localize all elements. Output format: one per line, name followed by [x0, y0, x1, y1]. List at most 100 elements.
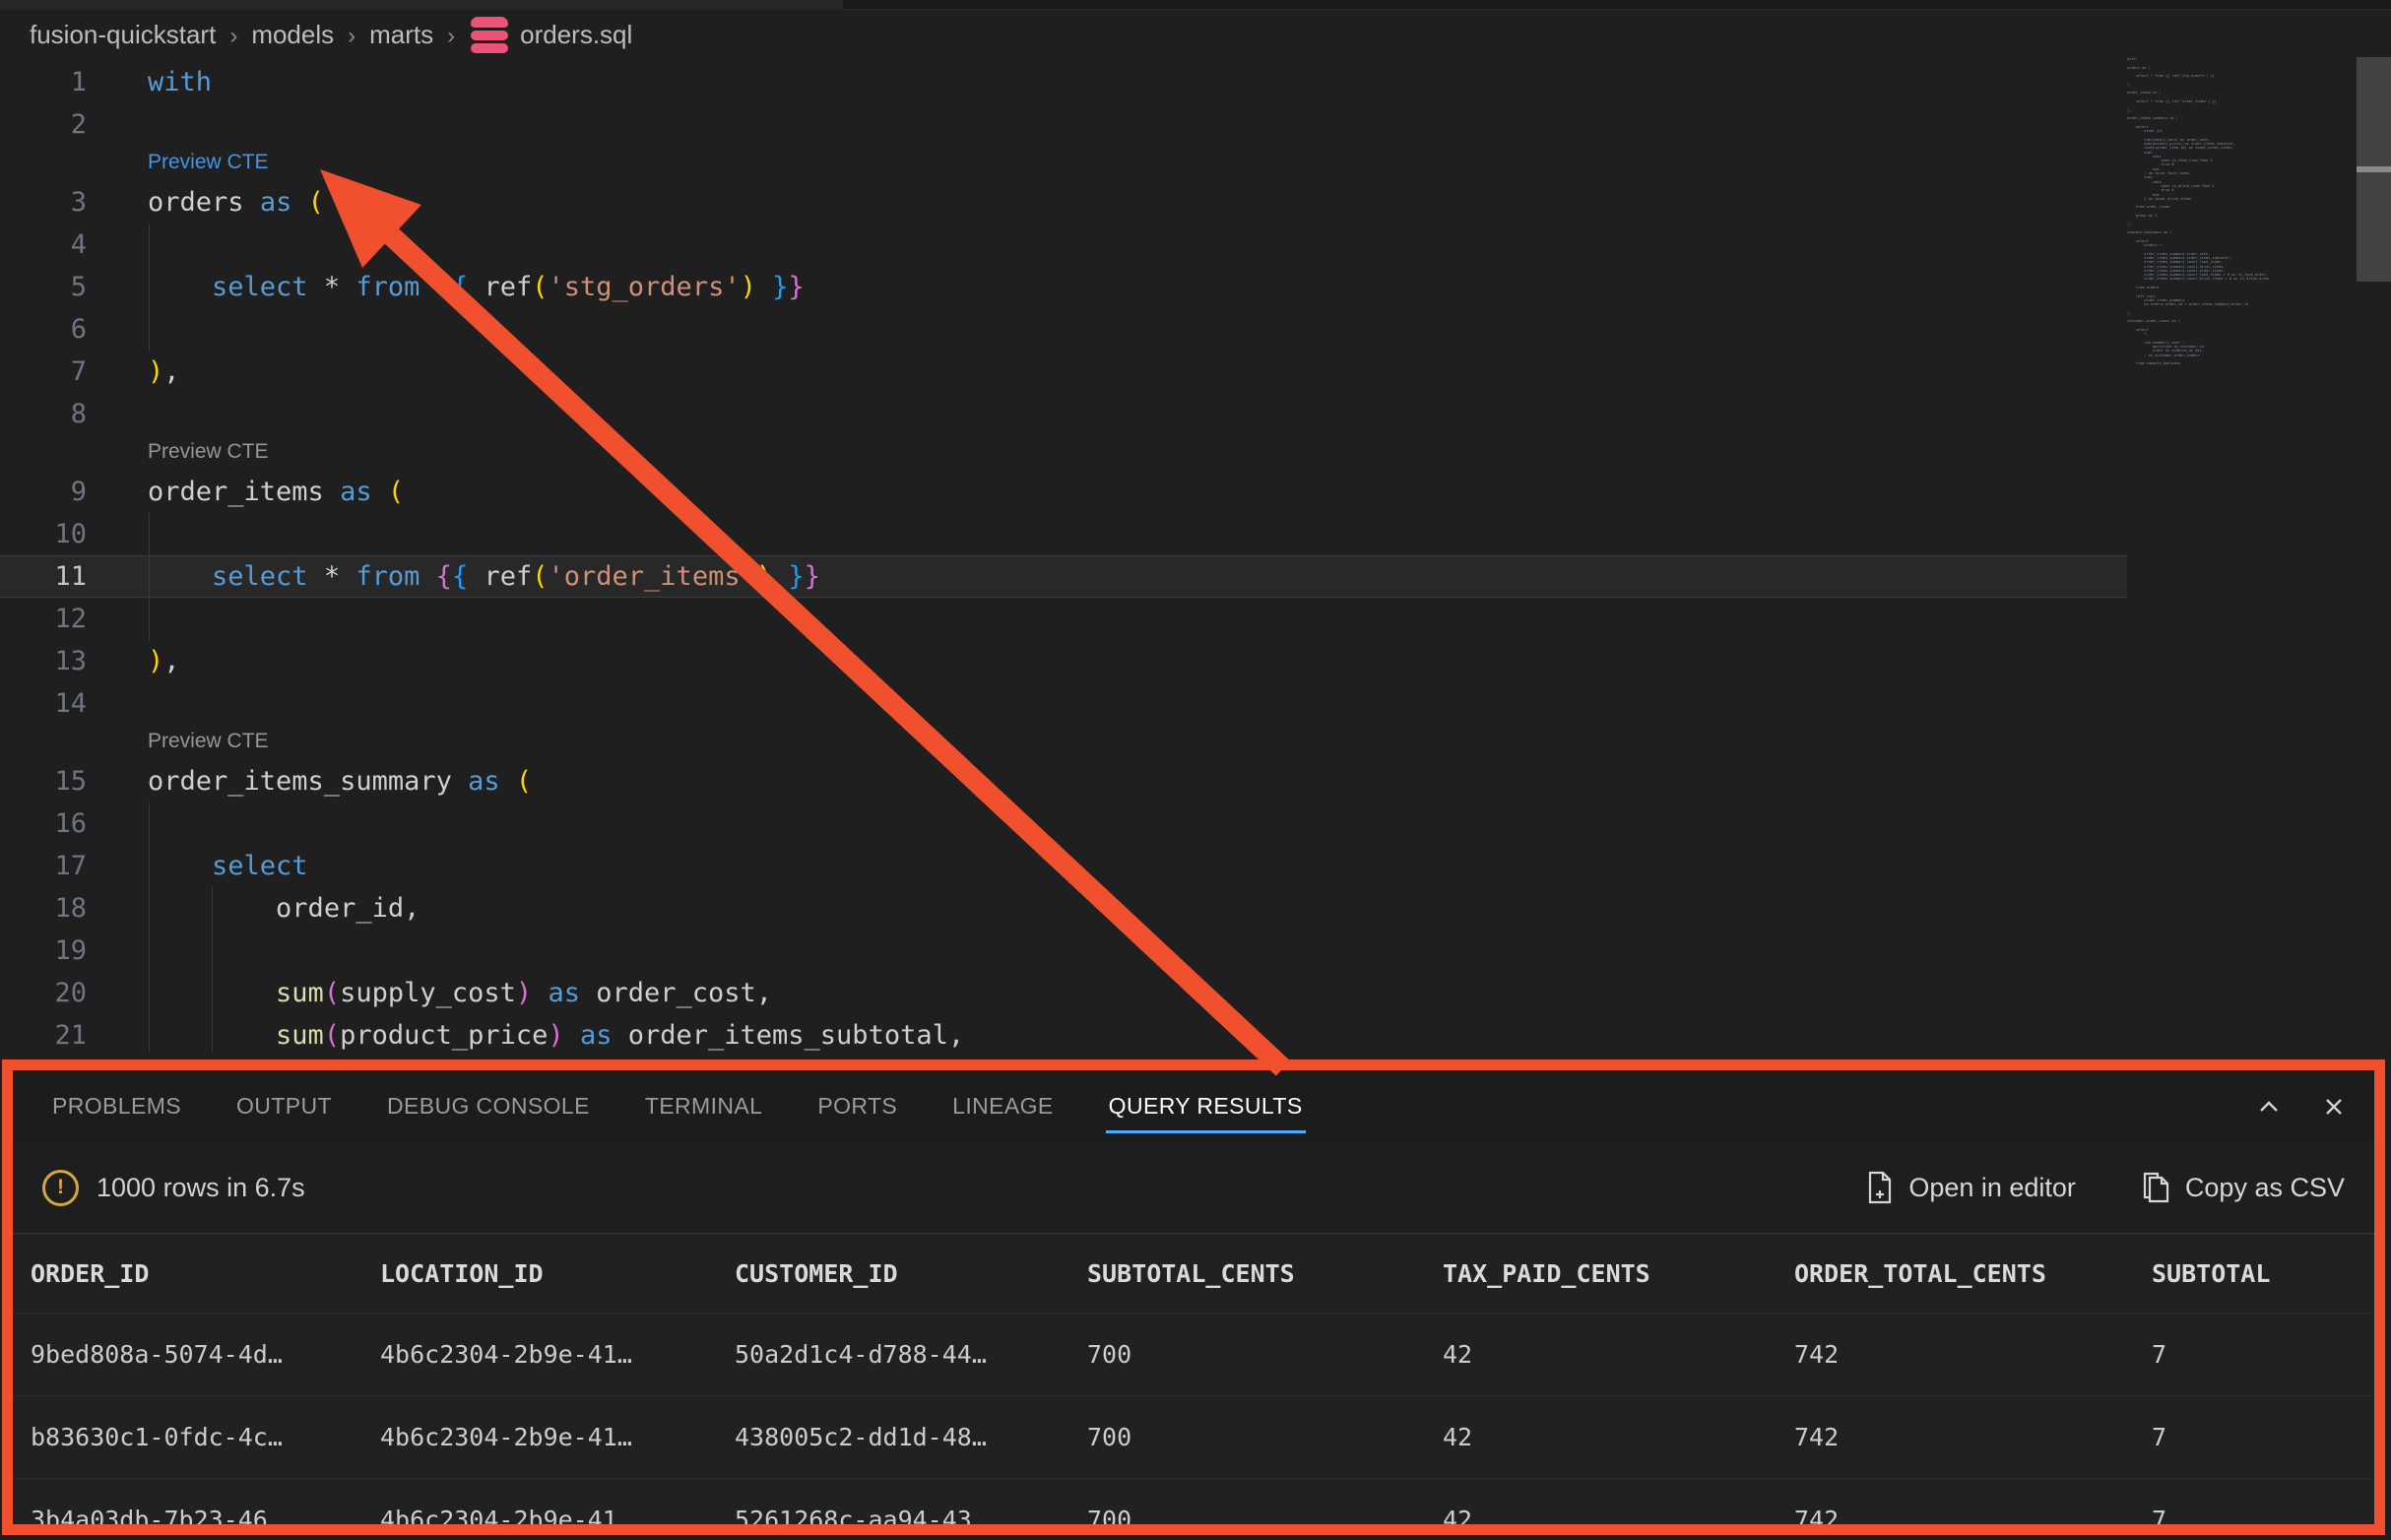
code-line[interactable]: 6 [0, 308, 2127, 351]
code-line[interactable]: 7), [0, 351, 2127, 393]
minimap-code: with orders as ( select * from {{ ref('s… [2127, 57, 2359, 370]
close-icon[interactable] [2319, 1092, 2349, 1122]
code-line[interactable]: 16 [0, 802, 2127, 845]
code-line[interactable]: 17 select [0, 845, 2127, 887]
breadcrumb-item[interactable]: fusion-quickstart [30, 20, 216, 49]
tab-output[interactable]: OUTPUT [236, 1070, 332, 1142]
line-number: 7 [0, 351, 87, 393]
line-number: 15 [0, 760, 87, 802]
code-line[interactable]: 13), [0, 640, 2127, 682]
chevron-up-icon[interactable] [2254, 1092, 2284, 1122]
code-text: order_items as ( [148, 471, 404, 513]
table-cell: 742 [1794, 1506, 2152, 1534]
codelens-preview-cte[interactable]: Preview CTE [0, 725, 2127, 760]
line-number: 3 [0, 181, 87, 224]
code-line[interactable]: 11 select * from {{ ref('order_items') }… [0, 555, 2127, 598]
table-row[interactable]: 9bed808a-5074-4d…4b6c2304-2b9e-41…50a2d1… [13, 1313, 2374, 1395]
column-header[interactable]: LOCATION_ID [380, 1259, 735, 1288]
code-line[interactable]: 12 [0, 598, 2127, 640]
column-header[interactable]: CUSTOMER_ID [735, 1259, 1087, 1288]
results-header-row: ORDER_IDLOCATION_IDCUSTOMER_IDSUBTOTAL_C… [13, 1233, 2374, 1313]
active-tab-remnant [0, 0, 843, 10]
table-cell: 9bed808a-5074-4d… [31, 1340, 380, 1369]
line-number: 2 [0, 103, 87, 146]
results-table: ORDER_IDLOCATION_IDCUSTOMER_IDSUBTOTAL_C… [13, 1233, 2374, 1535]
code-line[interactable]: 19 [0, 930, 2127, 972]
table-cell: 42 [1443, 1423, 1794, 1451]
code-editor[interactable]: 1with2Preview CTE3orders as (45 select *… [0, 61, 2127, 1052]
tab-debug-console[interactable]: DEBUG CONSOLE [387, 1070, 590, 1142]
column-header[interactable]: TAX_PAID_CENTS [1443, 1259, 1794, 1288]
code-line[interactable]: 15 order_items_summary as ( [0, 760, 2127, 802]
table-cell: 700 [1087, 1423, 1443, 1451]
breadcrumb-file[interactable]: orders.sql [520, 20, 632, 50]
table-cell: 5261268c-aa94-43 [735, 1506, 1087, 1534]
table-row[interactable]: b83630c1-0fdc-4c…4b6c2304-2b9e-41…438005… [13, 1395, 2374, 1478]
code-line[interactable]: 21 sum(product_price) as order_items_sub… [0, 1014, 2127, 1052]
line-number: 13 [0, 640, 87, 682]
column-header[interactable]: ORDER_ID [31, 1259, 380, 1288]
breadcrumb-separator: › [447, 23, 455, 49]
open-in-editor-button[interactable]: Open in editor [1866, 1171, 2076, 1204]
code-text: order_items_summary as ( [148, 760, 532, 802]
row-count-status: 1000 rows in 6.7s [97, 1173, 305, 1203]
tab-ports[interactable]: PORTS [817, 1070, 897, 1142]
line-number: 9 [0, 471, 87, 513]
table-cell: 742 [1794, 1340, 2152, 1369]
line-number: 8 [0, 393, 87, 435]
code-text: select [148, 845, 308, 887]
line-number: 4 [0, 224, 87, 266]
code-line[interactable]: 9 order_items as ( [0, 471, 2127, 513]
code-text: select * from {{ ref('order_items') }} [148, 555, 820, 598]
tab-problems[interactable]: PROBLEMS [52, 1070, 181, 1142]
line-number: 12 [0, 598, 87, 640]
code-line[interactable]: 18 order_id, [0, 887, 2127, 930]
line-number: 5 [0, 266, 87, 308]
tab-query-results[interactable]: QUERY RESULTS [1109, 1070, 1303, 1142]
copy-as-csv-button[interactable]: Copy as CSV [2141, 1171, 2345, 1204]
code-line[interactable]: 8 [0, 393, 2127, 435]
table-cell: 700 [1087, 1340, 1443, 1369]
code-line[interactable]: 1with [0, 61, 2127, 103]
breadcrumb-item[interactable]: models [251, 20, 334, 49]
indent-guide [149, 513, 150, 641]
code-line[interactable]: 2 [0, 103, 2127, 146]
table-cell: 700 [1087, 1506, 1443, 1534]
column-header[interactable]: SUBTOTAL_CENTS [1087, 1259, 1443, 1288]
table-row[interactable]: 3b4a03db-7b23-464b6c2304-2b9e-415261268c… [13, 1478, 2374, 1535]
table-cell: 7 [2152, 1506, 2374, 1534]
codelens-preview-cte[interactable]: Preview CTE [0, 435, 2127, 471]
code-text: ), [148, 351, 180, 393]
code-text: sum(supply_cost) as order_cost, [148, 972, 772, 1014]
panel-tab-bar: PROBLEMS OUTPUT DEBUG CONSOLE TERMINAL PORTS… [13, 1070, 2374, 1142]
table-cell: 42 [1443, 1506, 1794, 1534]
code-line[interactable]: 5 select * from {{ ref('stg_orders') }} [0, 266, 2127, 308]
table-cell: 7 [2152, 1423, 2374, 1451]
line-number: 21 [0, 1014, 87, 1052]
breadcrumb-separator: › [348, 23, 355, 49]
code-line[interactable]: 4 [0, 224, 2127, 266]
code-line[interactable]: 10 [0, 513, 2127, 555]
tab-terminal[interactable]: TERMINAL [645, 1070, 763, 1142]
scrollbar-marker [2357, 166, 2391, 172]
line-number: 20 [0, 972, 87, 1014]
minimap[interactable]: with orders as ( select * from {{ ref('s… [2127, 57, 2359, 370]
column-header[interactable]: SUBTOTAL [2152, 1259, 2374, 1288]
line-number: 1 [0, 61, 87, 103]
line-number: 18 [0, 887, 87, 930]
code-line[interactable]: 20 sum(supply_cost) as order_cost, [0, 972, 2127, 1014]
column-header[interactable]: ORDER_TOTAL_CENTS [1794, 1259, 2152, 1288]
table-cell: b83630c1-0fdc-4c… [31, 1423, 380, 1451]
line-number: 14 [0, 682, 87, 725]
line-number: 19 [0, 930, 87, 972]
line-number: 16 [0, 802, 87, 845]
breadcrumb-item[interactable]: marts [369, 20, 433, 49]
code-line[interactable]: 14 [0, 682, 2127, 725]
tab-lineage[interactable]: LINEAGE [952, 1070, 1054, 1142]
table-cell: 4b6c2304-2b9e-41… [380, 1423, 735, 1451]
code-line[interactable]: 3orders as ( [0, 181, 2127, 224]
editor-tab-strip [0, 0, 2391, 10]
query-results-panel: PROBLEMS OUTPUT DEBUG CONSOLE TERMINAL PORTS… [2, 1059, 2385, 1535]
table-cell: 42 [1443, 1340, 1794, 1369]
codelens-preview-cte[interactable]: Preview CTE [0, 146, 2127, 181]
